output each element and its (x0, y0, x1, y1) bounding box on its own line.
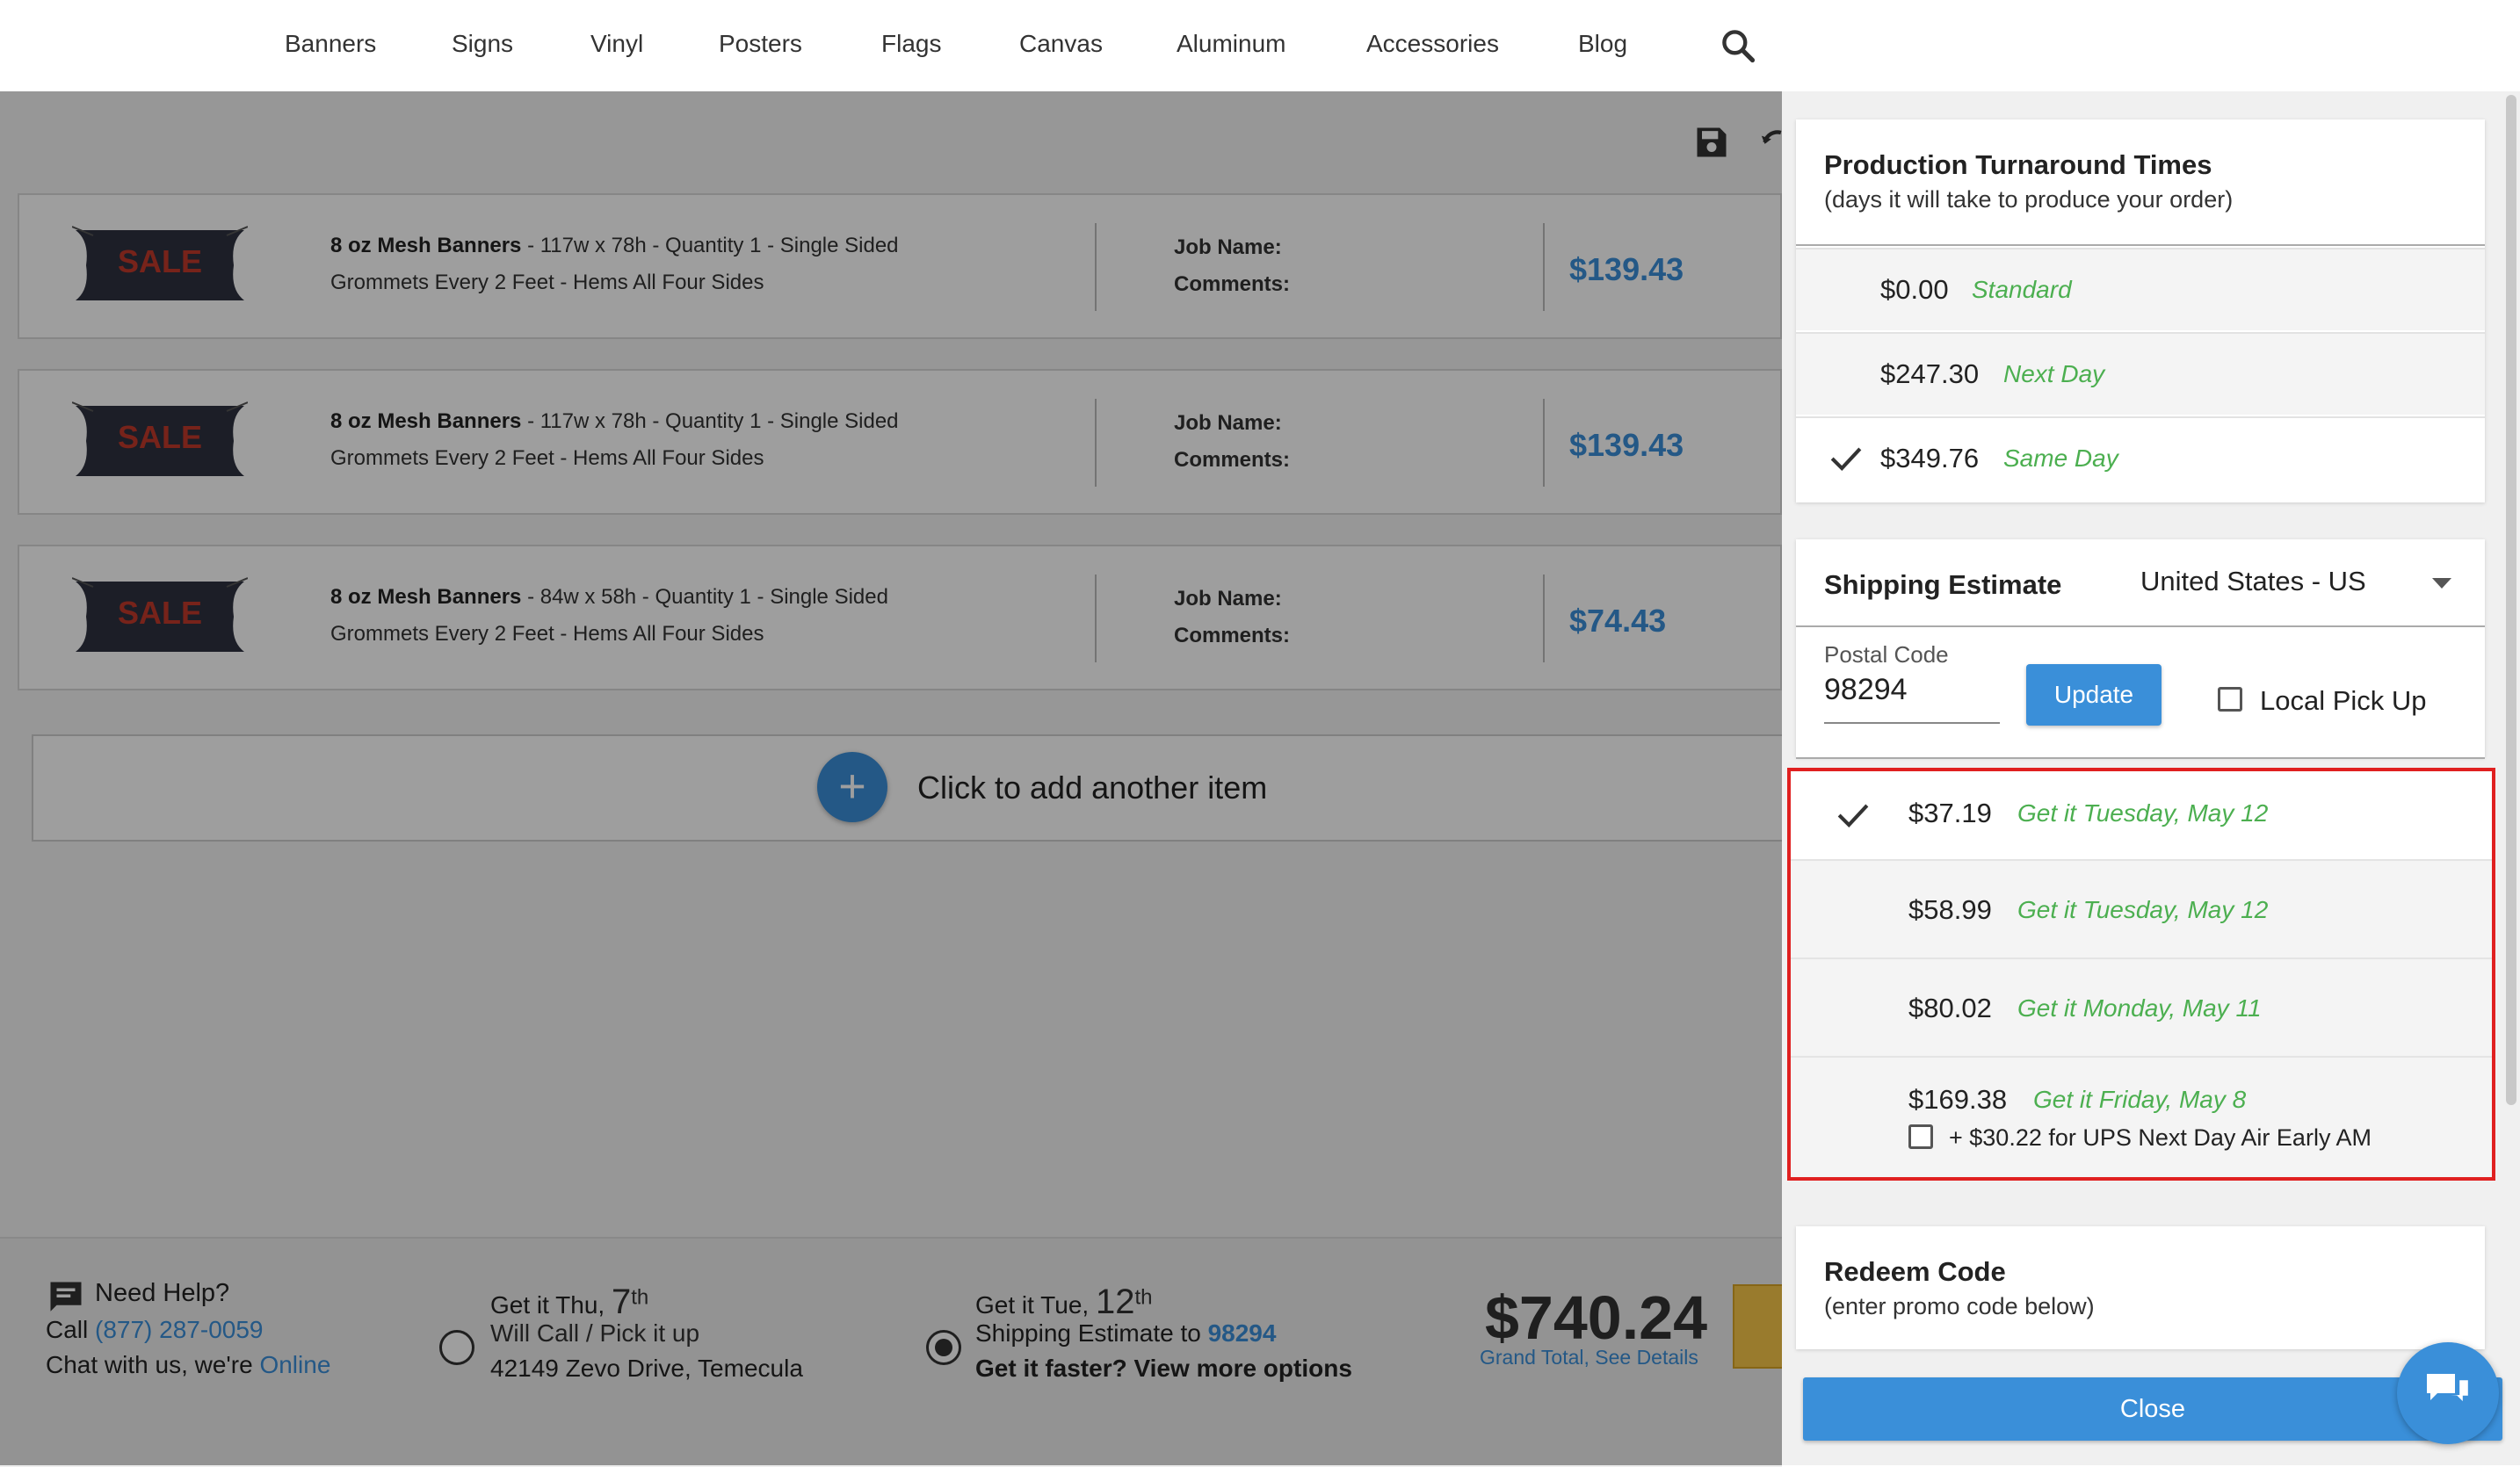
checkmark-icon (1830, 447, 1862, 472)
modal-backdrop[interactable] (0, 91, 1782, 1465)
turnaround-price: $0.00 (1880, 274, 1949, 305)
divider (1796, 625, 2485, 627)
redeem-subtitle: (enter promo code below) (1824, 1293, 2095, 1319)
chat-icon (2427, 1374, 2471, 1406)
turnaround-label: Same Day (2003, 444, 2118, 472)
chat-button[interactable] (2397, 1342, 2499, 1444)
local-pickup-label: Local Pick Up (2260, 685, 2427, 716)
country-select[interactable]: United States - US (2140, 566, 2366, 597)
divider (1796, 757, 2485, 759)
turnaround-label: Next Day (2003, 360, 2105, 387)
turnaround-option-same-day[interactable]: $349.76 Same Day (1796, 416, 2485, 499)
redeem-title: Redeem Code (1824, 1256, 2006, 1287)
turnaround-option-standard[interactable]: $0.00 Standard (1796, 248, 2485, 330)
shipping-title: Shipping Estimate (1824, 569, 2062, 600)
panel-scrollbar[interactable] (2506, 95, 2516, 1105)
postal-code-input[interactable]: 98294 (1824, 673, 2000, 724)
shipping-options-highlight (1787, 768, 2495, 1181)
caret-down-icon[interactable] (2432, 578, 2451, 589)
redeem-code-card (1796, 1226, 2485, 1349)
turnaround-title: Production Turnaround Times (1824, 149, 2212, 180)
turnaround-option-next-day[interactable]: $247.30 Next Day (1796, 332, 2485, 415)
panel-header-area (1782, 0, 2520, 91)
divider (1796, 244, 2485, 246)
turnaround-label: Standard (1972, 276, 2072, 303)
turnaround-price: $247.30 (1880, 358, 1980, 389)
turnaround-subtitle: (days it will take to produce your order… (1824, 186, 2234, 213)
postal-code-label: Postal Code (1824, 641, 1949, 668)
turnaround-price: $349.76 (1880, 443, 1980, 473)
local-pickup-checkbox[interactable] (2218, 687, 2242, 712)
update-button[interactable]: Update (2026, 664, 2162, 726)
nav-overlay (0, 0, 1782, 91)
